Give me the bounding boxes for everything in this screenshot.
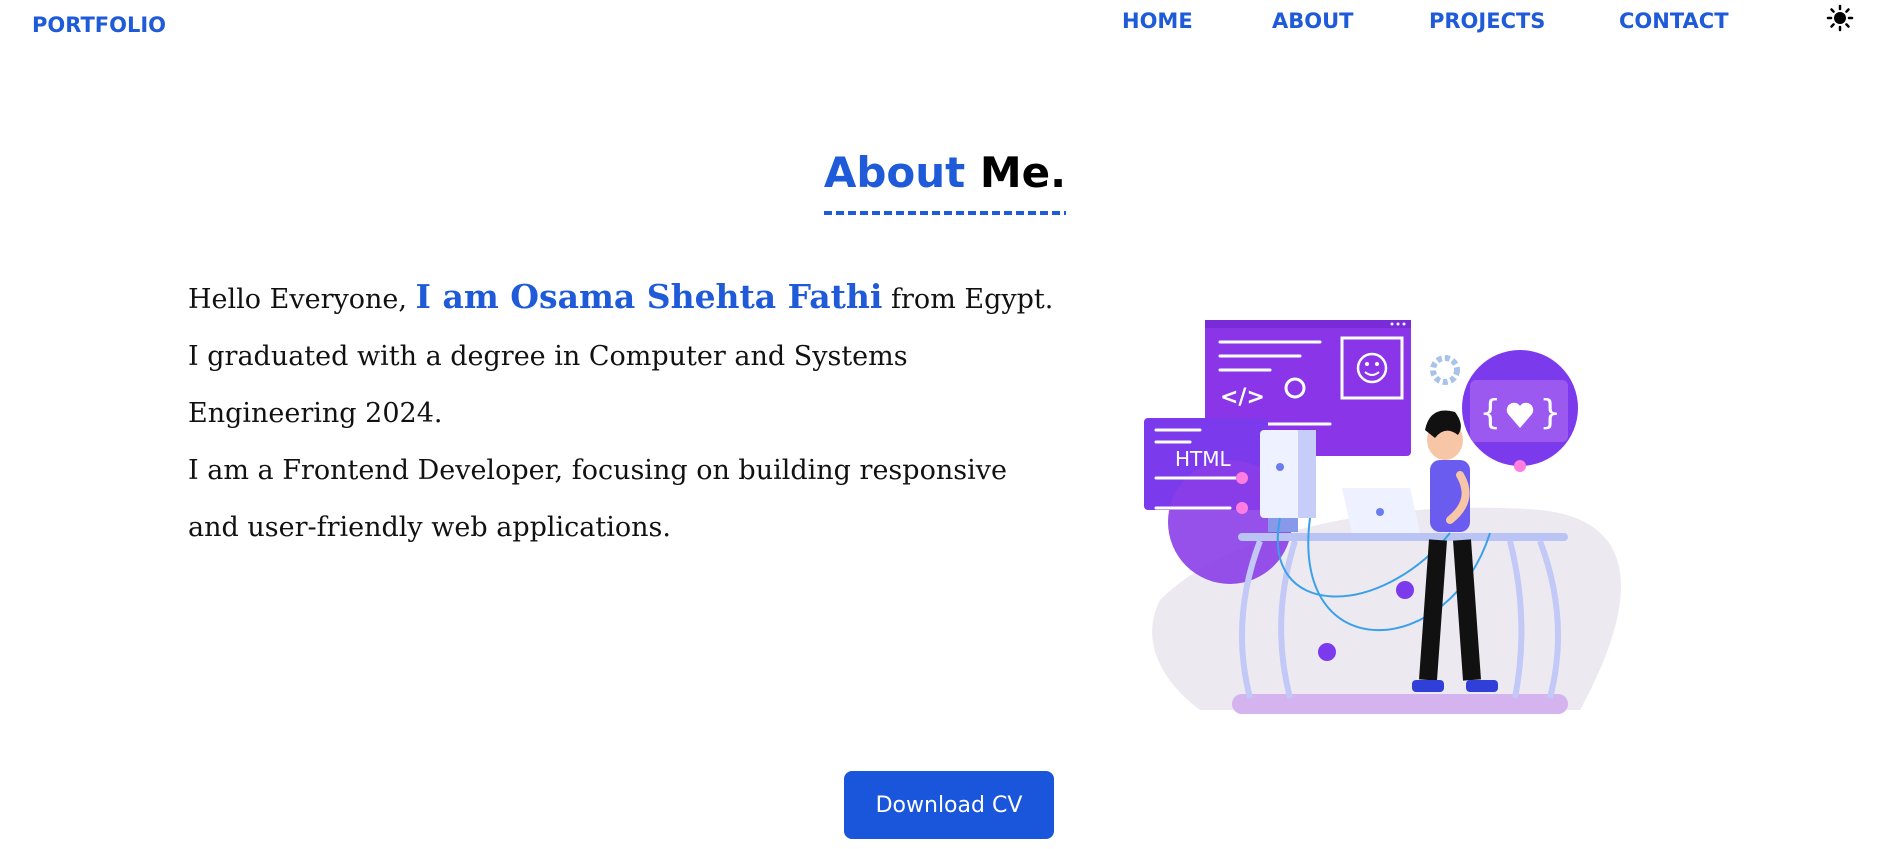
about-section-title: About Me. (0, 148, 1890, 215)
download-cv-button[interactable]: Download CV (844, 771, 1054, 839)
nav-link-home[interactable]: HOME (1122, 9, 1193, 33)
title-about-word: About (823, 148, 966, 197)
html-label: HTML (1175, 447, 1232, 471)
nav-link-contact[interactable]: CONTACT (1619, 9, 1729, 33)
svg-text:</>: </> (1220, 385, 1265, 410)
svg-text:}: } (1540, 393, 1560, 433)
developer-at-desk-illustration: </> HTML { } (1144, 320, 1621, 714)
intro-prefix: Hello Everyone, (188, 284, 416, 315)
name-highlight: I am Osama Shehta Fathi (415, 277, 883, 316)
title-me-word: Me. (979, 148, 1067, 197)
about-paragraph: Hello Everyone, I am Osama Shehta Fathi … (188, 268, 1088, 556)
theme-toggle-button[interactable] (1824, 2, 1856, 34)
role-line: I am a Frontend Developer, focusing on b… (188, 455, 1007, 543)
logo-link[interactable]: PORTFOLIO (32, 13, 166, 37)
nav-link-projects[interactable]: PROJECTS (1429, 9, 1545, 33)
nav-link-about[interactable]: ABOUT (1272, 9, 1354, 33)
intro-line: Hello Everyone, I am Osama Shehta Fathi … (188, 268, 1088, 328)
sun-icon (1826, 4, 1854, 32)
svg-text:{: { (1480, 393, 1500, 433)
intro-suffix: from Egypt. (882, 284, 1054, 315)
title-dashed-underline (823, 211, 1067, 215)
top-navbar: PORTFOLIO HOME ABOUT PROJECTS CONTACT (0, 0, 1890, 60)
graduation-line: I graduated with a degree in Computer an… (188, 341, 908, 429)
